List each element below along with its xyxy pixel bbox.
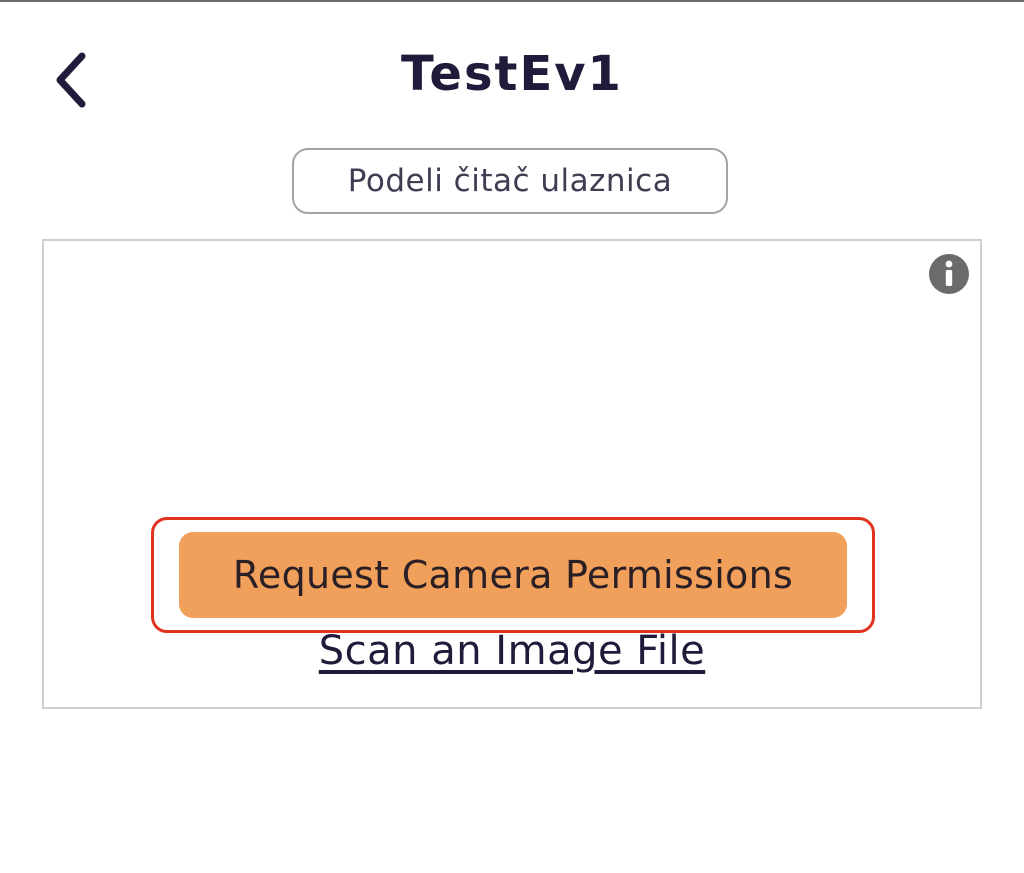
page-title: TestEv1 <box>401 46 623 102</box>
share-ticket-reader-button[interactable]: Podeli čitač ulaznica <box>292 148 728 214</box>
top-divider <box>0 0 1024 2</box>
info-icon[interactable] <box>928 253 970 295</box>
scanner-panel: Request Camera Permissions Scan an Image… <box>42 239 982 709</box>
request-camera-permissions-button[interactable]: Request Camera Permissions <box>179 532 847 618</box>
request-camera-permissions-label: Request Camera Permissions <box>232 553 794 597</box>
share-ticket-reader-label: Podeli čitač ulaznica <box>347 163 673 199</box>
scan-image-file-link[interactable]: Scan an Image File <box>44 625 980 677</box>
